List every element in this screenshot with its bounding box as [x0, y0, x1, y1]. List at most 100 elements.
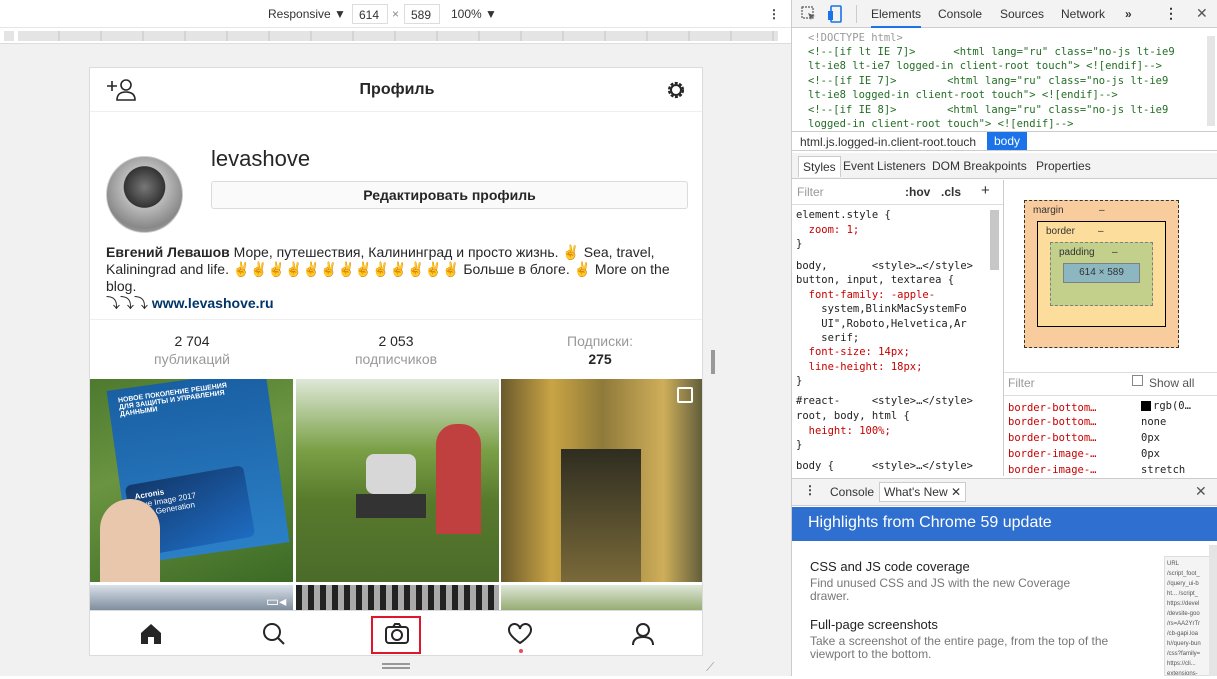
box-model-margin: margin – border – padding – 614 × 589: [1024, 200, 1179, 348]
elements-scrollbar[interactable]: [1207, 36, 1215, 126]
search-icon[interactable]: [260, 620, 288, 648]
photo-tile[interactable]: [501, 379, 702, 582]
class-toggle[interactable]: .cls: [941, 185, 961, 199]
profile-user-icon[interactable]: [629, 620, 657, 648]
styles-pane: Filter :hov .cls + element.style { zoom:…: [792, 180, 1004, 476]
computed-prop[interactable]: border-bottom…: [1008, 415, 1097, 430]
style-line: UI",Roboto,Helvetica,Ar: [796, 318, 967, 330]
style-line[interactable]: zoom: 1;: [796, 223, 860, 238]
width-input[interactable]: 614: [352, 4, 388, 24]
photo-tile[interactable]: НОВОЕ ПОКОЛЕНИЕ РЕШЕНИЯ ДЛЯ ЗАЩИТЫ И УПР…: [90, 379, 293, 582]
inspect-element-icon[interactable]: [801, 6, 817, 25]
computed-row[interactable]: border-bottom…: [1008, 400, 1097, 416]
profile-stats: 2 704 публикаций 2 053 подписчиков Подпи…: [90, 319, 702, 375]
settings-gear-icon[interactable]: [664, 78, 688, 105]
tab-sources[interactable]: Sources: [1000, 7, 1044, 21]
style-line[interactable]: line-height: 18px;: [796, 360, 923, 375]
color-swatch[interactable]: [1141, 401, 1151, 411]
drawer-tab-whats-new[interactable]: What's New ✕: [879, 482, 967, 502]
html-comment-line[interactable]: <!--[if IE 8]> <html lang="ru" class="no…: [808, 103, 1168, 118]
bio-arrows: ⤵⤵⤵: [106, 295, 152, 311]
tab-elements[interactable]: Elements: [871, 7, 922, 28]
box-model-padding: padding – 614 × 589: [1050, 242, 1153, 306]
html-comment-line[interactable]: <!--[if IE 7]> <html lang="ru" class="no…: [808, 74, 1168, 89]
devtools-menu-icon[interactable]: ⋮: [1164, 5, 1178, 22]
styles-filter-input[interactable]: Filter: [797, 185, 824, 199]
height-input[interactable]: 589: [404, 4, 440, 24]
news-item[interactable]: Full-page screenshots Take a screenshot …: [810, 617, 1130, 661]
computed-divider: [1004, 372, 1217, 373]
show-all-label: Show all: [1149, 376, 1195, 390]
zoom-select[interactable]: 100% ▼: [451, 7, 497, 21]
stat-followers[interactable]: 2 053 подписчиков: [346, 332, 446, 368]
bio-website-link[interactable]: www.levashove.ru: [152, 295, 274, 311]
style-line[interactable]: font-family: -apple-: [796, 288, 935, 303]
hover-state-toggle[interactable]: :hov: [905, 185, 930, 199]
device-mode-select[interactable]: Responsive ▼: [268, 7, 346, 21]
close-drawer-icon[interactable]: ✕: [1195, 483, 1207, 500]
photo-hand: [100, 499, 160, 582]
tab-console[interactable]: Console: [938, 7, 982, 21]
html-doctype[interactable]: <!DOCTYPE html>: [808, 31, 903, 46]
style-line[interactable]: height: 100%;: [796, 424, 891, 439]
drawer-tab-console[interactable]: Console: [830, 485, 874, 499]
profile-avatar[interactable]: [106, 156, 183, 233]
news-desc: Take a screenshot of the entire page, fr…: [810, 634, 1109, 661]
ruler-segment: [18, 31, 778, 41]
thumb-line: /cb-gapi.loa: [1167, 631, 1199, 637]
show-all-checkbox[interactable]: [1132, 375, 1143, 386]
styles-scrollbar[interactable]: [990, 210, 999, 270]
tab-event-listeners[interactable]: Event Listeners: [843, 159, 926, 173]
computed-divider: [1004, 395, 1217, 396]
box-margin-value: –: [1099, 205, 1105, 216]
computed-filter-input[interactable]: Filter: [1008, 376, 1035, 390]
html-comment-line[interactable]: lt-ie8 logged-in client-root touch"> <![…: [808, 88, 1118, 103]
drawer-tab-whats-new-label: What's New: [884, 485, 948, 499]
devtools-panel: Elements Console Sources Network » ⋮ ✕ <…: [791, 0, 1217, 677]
tab-dom-breakpoints[interactable]: DOM Breakpoints: [932, 159, 1027, 173]
new-rule-icon[interactable]: +: [981, 182, 990, 199]
computed-prop: border-bottom…: [1008, 402, 1097, 414]
stat-following-label: Подписки:: [567, 333, 633, 349]
thumb-line: /script_foot_: [1167, 571, 1200, 577]
style-line[interactable]: font-size: 14px;: [796, 345, 910, 360]
stat-following[interactable]: Подписки: 275: [550, 332, 650, 368]
tab-network[interactable]: Network: [1061, 7, 1105, 21]
style-line[interactable]: root, body, html {: [796, 409, 910, 424]
html-comment-line[interactable]: lt-ie8 lt-ie7 logged-in client-root touc…: [808, 59, 1162, 74]
breadcrumb-body[interactable]: body: [987, 132, 1028, 150]
close-devtools-icon[interactable]: ✕: [1196, 5, 1208, 22]
stat-followers-label: подписчиков: [354, 351, 438, 367]
computed-prop[interactable]: border-image-…: [1008, 447, 1097, 462]
style-line[interactable]: body { <style>…</style>: [796, 459, 973, 474]
camera-highlight-box: [371, 616, 421, 654]
edit-profile-button[interactable]: Редактировать профиль: [211, 181, 688, 209]
drawer-scrollbar[interactable]: [1209, 545, 1217, 676]
style-line[interactable]: button, input, textarea {: [796, 273, 954, 288]
tab-properties[interactable]: Properties: [1036, 159, 1091, 173]
resize-handle-bottom[interactable]: [382, 663, 410, 669]
style-line[interactable]: body, <style>…</style>: [796, 259, 973, 274]
drawer-menu-icon[interactable]: ⋮: [804, 483, 816, 497]
thumb-line: /rs=AA2YrTr: [1167, 621, 1200, 627]
computed-prop[interactable]: border-image-…: [1008, 463, 1097, 478]
tab-overflow[interactable]: »: [1125, 7, 1132, 21]
stat-posts[interactable]: 2 704 публикаций: [142, 332, 242, 368]
home-icon[interactable]: [137, 620, 165, 648]
more-options-icon[interactable]: ⋮: [768, 7, 780, 21]
computed-value: stretch: [1141, 464, 1186, 476]
html-comment-line[interactable]: logged-in client-root touch"> <![endif]-…: [808, 117, 1074, 132]
device-toggle-icon[interactable]: [827, 5, 843, 26]
style-line[interactable]: #react- <style>…</style>: [796, 394, 973, 409]
news-item[interactable]: CSS and JS code coverage Find unused CSS…: [810, 559, 1110, 603]
tab-styles[interactable]: Styles: [798, 156, 841, 177]
computed-prop[interactable]: border-bottom…: [1008, 431, 1097, 446]
style-line[interactable]: element.style {: [796, 208, 891, 223]
thumb-line: https://devel: [1167, 601, 1200, 607]
resize-handle-right[interactable]: [711, 350, 715, 374]
html-comment-line[interactable]: <!--[if lt IE 7]> <html lang="ru" class=…: [808, 45, 1175, 60]
activity-heart-icon[interactable]: [506, 620, 534, 648]
photo-tile[interactable]: [296, 379, 499, 582]
resize-corner-icon[interactable]: ⟋: [706, 660, 714, 675]
breadcrumb-html[interactable]: html.js.logged-in.client-root.touch: [800, 135, 976, 149]
